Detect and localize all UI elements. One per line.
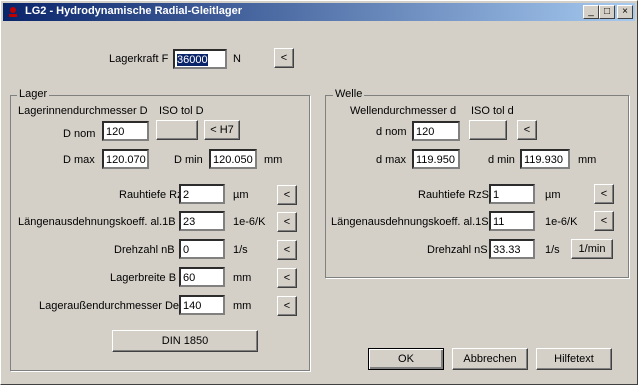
force-unit: N [233, 53, 241, 65]
welle-d-nom-input[interactable]: 120 [412, 121, 460, 141]
lager-drehzahl-arrow-button[interactable]: < [277, 240, 297, 260]
lager-aussen-arrow-button[interactable]: < [277, 296, 297, 316]
lager-d-nom-input[interactable]: 120 [102, 121, 149, 141]
welle-drehzahl-unit: 1/s [545, 244, 560, 256]
welle-rauhtiefe-label: Rauhtiefe RzS [418, 189, 489, 201]
lager-aussen-label: Lageraußendurchmesser De [39, 300, 180, 312]
welle-iso-label: ISO tol d [471, 105, 514, 117]
force-label: Lagerkraft F [109, 53, 169, 65]
welle-drehzahl-label: Drehzahl nS [427, 244, 488, 256]
welle-d-max-input[interactable]: 119.950 [412, 149, 460, 169]
welle-d-min-input[interactable]: 119.930 [520, 149, 570, 169]
title-bar[interactable]: LG2 - Hydrodynamische Radial-Gleitlager … [3, 3, 635, 21]
lager-rauhtiefe-input[interactable]: 2 [179, 184, 225, 204]
welle-rauhtiefe-unit: µm [545, 189, 561, 201]
lager-drehzahl-label: Drehzahl nB [114, 244, 175, 256]
lager-drehzahl-input[interactable]: 0 [179, 239, 225, 259]
app-icon [9, 7, 17, 17]
lager-d-nom-label: D nom [63, 128, 96, 140]
welle-laengen-input[interactable]: 11 [489, 211, 535, 231]
welle-d-unit: mm [578, 154, 597, 166]
lager-group-title: Lager [17, 88, 50, 101]
lager-d-max-input[interactable]: 120.070 [102, 149, 149, 169]
dialog-window: LG2 - Hydrodynamische Radial-Gleitlager … [0, 0, 638, 385]
cancel-button[interactable]: Abbrechen [452, 348, 528, 370]
lager-rauhtiefe-unit: µm [233, 189, 249, 201]
welle-laengen-unit: 1e-6/K [545, 216, 578, 228]
maximize-button[interactable]: □ [599, 5, 615, 19]
lager-breite-input[interactable]: 60 [179, 267, 225, 287]
lager-rauhtiefe-arrow-button[interactable]: < [277, 185, 297, 205]
lager-iso-field[interactable] [156, 120, 198, 140]
welle-rauhtiefe-input[interactable]: 1 [489, 184, 535, 204]
lager-laengen-unit: 1e-6/K [233, 216, 266, 228]
welle-laengen-label: Längenausdehnungskoeff. al.1S [331, 216, 489, 228]
force-input[interactable]: 36000 [173, 49, 227, 69]
lager-inner-diameter-label: Lagerinnendurchmesser D [18, 105, 148, 117]
welle-laengen-arrow-button[interactable]: < [594, 211, 614, 231]
lager-breite-label: Lagerbreite B [110, 272, 177, 284]
welle-d-min-label: d min [488, 154, 515, 166]
welle-iso-arrow-button[interactable]: < [517, 120, 537, 140]
lager-breite-unit: mm [233, 272, 252, 284]
lager-aussen-input[interactable]: 140 [179, 295, 225, 315]
din-1850-button[interactable]: DIN 1850 [112, 330, 258, 352]
close-button[interactable]: × [617, 5, 633, 19]
welle-rauhtiefe-arrow-button[interactable]: < [594, 184, 614, 204]
lager-d-unit: mm [264, 154, 283, 166]
welle-diameter-label: Wellendurchmesser d [350, 105, 457, 117]
lager-laengen-label: Längenausdehnungskoeff. al.1B [18, 216, 176, 228]
welle-iso-field[interactable] [469, 120, 507, 140]
lager-drehzahl-unit: 1/s [233, 244, 248, 256]
welle-d-max-label: d max [376, 154, 406, 166]
lager-d-max-label: D max [63, 154, 95, 166]
welle-drehzahl-per-minute-button[interactable]: 1/min [571, 239, 613, 259]
welle-drehzahl-input[interactable]: 33.33 [489, 239, 535, 259]
lager-laengen-arrow-button[interactable]: < [277, 212, 297, 232]
welle-d-nom-label: d nom [376, 126, 407, 138]
lager-laengen-input[interactable]: 23 [179, 211, 225, 231]
lager-d-min-label: D min [174, 154, 203, 166]
window-title: LG2 - Hydrodynamische Radial-Gleitlager [25, 5, 243, 17]
lager-aussen-unit: mm [233, 300, 252, 312]
lager-iso-label: ISO tol D [159, 105, 204, 117]
minimize-button[interactable]: _ [583, 5, 599, 19]
lager-breite-arrow-button[interactable]: < [277, 268, 297, 288]
lager-iso-h7-button[interactable]: < H7 [204, 120, 240, 140]
lager-d-min-input[interactable]: 120.050 [209, 149, 257, 169]
welle-group-title: Welle [333, 88, 365, 101]
help-button[interactable]: Hilfetext [536, 348, 612, 370]
force-arrow-button[interactable]: < [274, 48, 294, 68]
ok-button[interactable]: OK [368, 348, 444, 370]
